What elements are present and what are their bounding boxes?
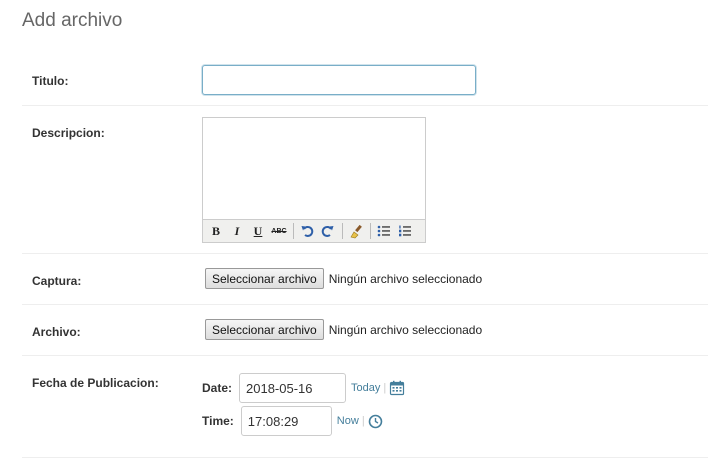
- form-row-descripcion: Descripcion: B I U ABC: [22, 106, 708, 254]
- underline-button[interactable]: U: [248, 222, 268, 240]
- editor-toolbar: B I U ABC: [203, 219, 425, 242]
- today-link[interactable]: Today: [351, 382, 380, 394]
- date-input[interactable]: [239, 373, 347, 403]
- date-link-separator: |: [383, 382, 387, 394]
- archivo-file-status: Ningún archivo seleccionado: [328, 322, 483, 337]
- captura-select-file-button[interactable]: Seleccionar archivo: [205, 268, 324, 289]
- cleanup-brush-icon: [350, 224, 362, 238]
- toolbar-separator: [342, 223, 343, 239]
- archivo-file-input: Seleccionar archivo Ningún archivo selec…: [205, 319, 482, 340]
- now-link[interactable]: Now: [337, 415, 359, 427]
- time-link-separator: |: [361, 415, 365, 427]
- clock-button[interactable]: [368, 414, 383, 429]
- descripcion-editor-area[interactable]: [203, 118, 425, 219]
- form-row-titulo: Titulo:: [22, 55, 708, 106]
- captura-file-status: Ningún archivo seleccionado: [328, 271, 483, 286]
- undo-button[interactable]: [297, 222, 317, 240]
- undo-icon: [301, 225, 314, 237]
- captura-label: Captura:: [32, 274, 82, 288]
- captura-file-input: Seleccionar archivo Ningún archivo selec…: [205, 268, 482, 289]
- toolbar-separator: [293, 223, 294, 239]
- bullet-list-button[interactable]: [374, 222, 394, 240]
- calendar-icon: [390, 380, 405, 396]
- archivo-label: Archivo:: [32, 325, 81, 339]
- time-line: Time: Now |: [202, 406, 383, 436]
- numbered-list-icon: [399, 225, 411, 237]
- bold-button[interactable]: B: [206, 222, 226, 240]
- date-line: Date: Today |: [202, 373, 405, 403]
- bullet-list-icon: [377, 225, 390, 237]
- strikethrough-button[interactable]: ABC: [269, 222, 289, 240]
- page-title: Add archivo: [22, 10, 123, 31]
- add-archivo-form: Titulo: Descripcion: B I U ABC Captura: …: [22, 55, 708, 458]
- admin-add-page: Add archivo Titulo: Descripcion: B I U A…: [0, 0, 708, 476]
- italic-button[interactable]: I: [227, 222, 247, 240]
- archivo-select-file-button[interactable]: Seleccionar archivo: [205, 319, 324, 340]
- fecha-publicacion-label: Fecha de Publicacion:: [32, 376, 159, 390]
- time-input[interactable]: [240, 406, 332, 436]
- form-row-captura: Captura: Seleccionar archivo Ningún arch…: [22, 254, 708, 305]
- time-label: Time:: [202, 414, 234, 428]
- redo-icon: [321, 225, 334, 237]
- date-label: Date:: [202, 381, 233, 395]
- titulo-label: Titulo:: [32, 74, 69, 88]
- numbered-list-button[interactable]: [395, 222, 415, 240]
- calendar-button[interactable]: [389, 380, 405, 396]
- cleanup-button[interactable]: [346, 222, 366, 240]
- titulo-input[interactable]: [202, 65, 476, 95]
- descripcion-rich-editor: B I U ABC: [202, 117, 426, 243]
- clock-icon: [368, 414, 382, 428]
- toolbar-separator: [370, 223, 371, 239]
- redo-button[interactable]: [318, 222, 338, 240]
- form-row-fecha-publicacion: Fecha de Publicacion: Date: Today |: [22, 356, 708, 458]
- form-row-archivo: Archivo: Seleccionar archivo Ningún arch…: [22, 305, 708, 356]
- descripcion-label: Descripcion:: [32, 126, 105, 140]
